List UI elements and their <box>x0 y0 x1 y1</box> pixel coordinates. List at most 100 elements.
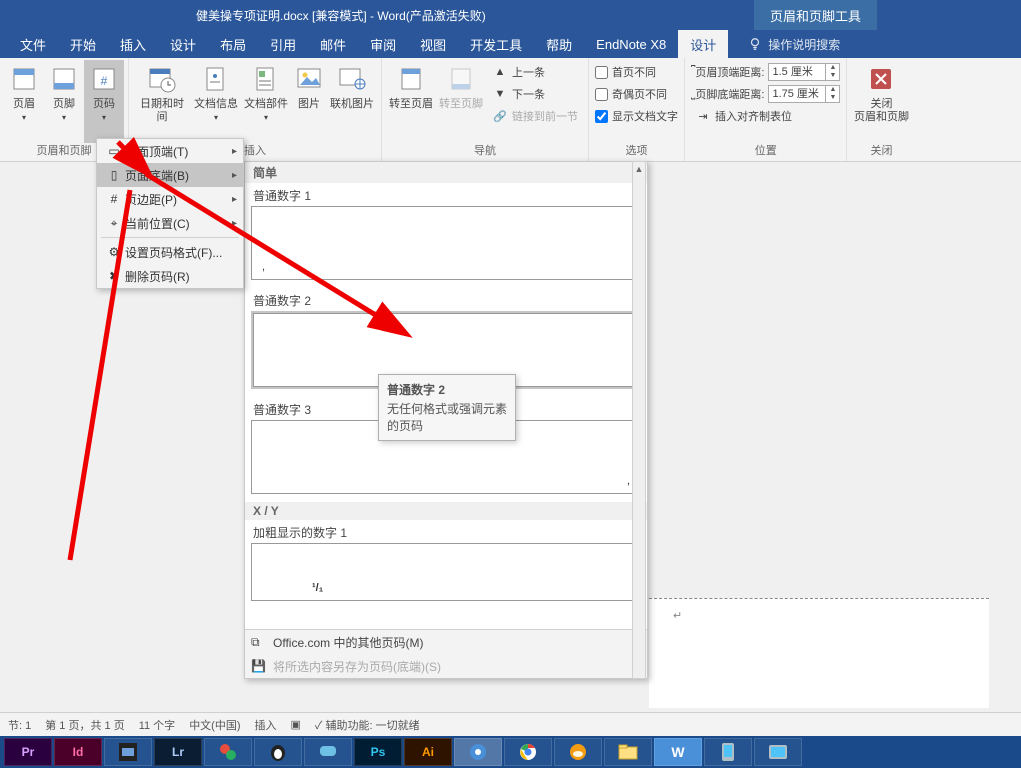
menu-file[interactable]: 文件 <box>8 30 58 58</box>
taskbar-illustrator[interactable]: Ai <box>404 738 452 766</box>
context-tab-group: 页眉和页脚工具 <box>754 0 877 30</box>
gallery-item-bold-1-label: 加粗显示的数字 1 <box>245 520 647 543</box>
menu-bottom-of-page[interactable]: ▯页面底端(B)▸ <box>97 163 243 187</box>
ribbon-group-position: ⎴ 页眉顶端距离: 1.5 厘米▲▼ ⎵ 页脚底端距离: 1.75 厘米▲▼ ⇥… <box>685 58 847 161</box>
taskbar-photoshop[interactable]: Ps <box>354 738 402 766</box>
menu-bar: 文件 开始 插入 设计 布局 引用 邮件 审阅 视图 开发工具 帮助 EndNo… <box>0 30 1021 58</box>
gallery-scrollbar[interactable]: ▲ <box>632 161 646 679</box>
spinner-down-icon[interactable]: ▼ <box>826 72 839 80</box>
header-dist-spinner[interactable]: 1.5 厘米▲▼ <box>768 63 840 81</box>
spinner-down-icon[interactable]: ▼ <box>826 94 839 102</box>
menu-format-pagenum[interactable]: ⚙设置页码格式(F)... <box>97 240 243 264</box>
gallery-section-simple: 简单 <box>245 162 647 183</box>
status-record-icon[interactable]: ▣ <box>291 718 301 731</box>
taskbar-chat[interactable] <box>304 738 352 766</box>
menu-view[interactable]: 视图 <box>408 30 458 58</box>
taskbar-tablet[interactable] <box>754 738 802 766</box>
menu-remove-pagenum[interactable]: ✖删除页码(R) <box>97 264 243 288</box>
footer-dist-spinner[interactable]: 1.75 厘米▲▼ <box>768 85 840 103</box>
menu-insert[interactable]: 插入 <box>108 30 158 58</box>
datetime-button[interactable]: 日期和时间 <box>133 60 191 143</box>
menu-help[interactable]: 帮助 <box>534 30 584 58</box>
menu-context-design[interactable]: 设计 <box>678 30 728 58</box>
link-icon: 🔗 <box>492 108 508 124</box>
lightbulb-icon <box>748 37 762 51</box>
taskbar: Pr Id Lr Ps Ai W <box>0 736 1021 768</box>
page-bottom-icon: ▯ <box>103 168 125 182</box>
menu-layout[interactable]: 布局 <box>208 30 258 58</box>
show-doc-text-checkbox[interactable]: 显示文档文字 <box>595 106 678 126</box>
taskbar-indesign[interactable]: Id <box>54 738 102 766</box>
taskbar-cloud[interactable] <box>554 738 602 766</box>
close-headerfooter-button[interactable]: 关闭 页眉和页脚 <box>851 60 911 143</box>
first-page-diff-checkbox[interactable]: 首页不同 <box>595 62 678 82</box>
cursor-mark: ↵ <box>673 609 682 622</box>
gallery-section-xy: X / Y <box>245 502 647 520</box>
taskbar-app-balls[interactable] <box>204 738 252 766</box>
group-label-navigation: 导航 <box>386 143 584 161</box>
docparts-icon <box>250 62 282 96</box>
menu-review[interactable]: 审阅 <box>358 30 408 58</box>
header-button[interactable]: 页眉▾ <box>4 60 44 143</box>
status-words[interactable]: 11 个字 <box>139 717 175 733</box>
taskbar-qq[interactable] <box>254 738 302 766</box>
format-icon: ⚙ <box>103 245 125 259</box>
menu-mailings[interactable]: 邮件 <box>308 30 358 58</box>
status-mode[interactable]: 插入 <box>255 717 277 733</box>
group-label-close: 关闭 <box>851 143 911 161</box>
group-label-options: 选项 <box>593 143 680 161</box>
menu-references[interactable]: 引用 <box>258 30 308 58</box>
odd-even-diff-checkbox[interactable]: 奇偶页不同 <box>595 84 678 104</box>
next-button[interactable]: ▼下一条 <box>488 84 582 104</box>
taskbar-media-encoder[interactable] <box>104 738 152 766</box>
chevron-right-icon: ▸ <box>232 146 237 157</box>
spinner-up-icon[interactable]: ▲ <box>826 64 839 72</box>
picture-button[interactable]: 图片 <box>291 60 327 143</box>
taskbar-premiere[interactable]: Pr <box>4 738 52 766</box>
ribbon-group-options: 首页不同 奇偶页不同 显示文档文字 选项 <box>589 58 685 161</box>
tooltip-body: 无任何格式或强调元素的页码 <box>387 400 507 434</box>
docinfo-button[interactable]: 文档信息▾ <box>191 60 241 143</box>
page-footer-area[interactable]: ↵ <box>649 598 989 708</box>
menu-design[interactable]: 设计 <box>158 30 208 58</box>
taskbar-wps[interactable]: W <box>654 738 702 766</box>
prev-button[interactable]: ▲上一条 <box>488 62 582 82</box>
insert-align-tab-button[interactable]: ⇥插入对齐制表位 <box>691 106 840 126</box>
gallery-item-tooltip: 普通数字 2 无任何格式或强调元素的页码 <box>378 374 516 441</box>
gallery-item-plain-1-label: 普通数字 1 <box>245 183 647 206</box>
taskbar-chrome[interactable] <box>504 738 552 766</box>
page-number-button[interactable]: # 页码▾ <box>84 60 124 143</box>
menu-devtools[interactable]: 开发工具 <box>458 30 534 58</box>
gallery-item-plain-1[interactable]: , <box>251 206 641 280</box>
tell-me-search[interactable]: 操作说明搜索 <box>748 36 840 53</box>
taskbar-lightroom[interactable]: Lr <box>154 738 202 766</box>
docparts-button[interactable]: 文档部件▾ <box>241 60 291 143</box>
status-page[interactable]: 第 1 页，共 1 页 <box>45 717 124 733</box>
online-picture-button[interactable]: 联机图片 <box>327 60 377 143</box>
title-bar: 健美操专项证明.docx [兼容模式] - Word(产品激活失败) 页眉和页脚… <box>0 0 1021 30</box>
status-a11y[interactable]: ✓ 辅助功能: 一切就绪 <box>315 717 420 733</box>
save-icon: 💾 <box>251 659 273 673</box>
menu-page-margins[interactable]: #页边距(P)▸ <box>97 187 243 211</box>
menu-top-of-page[interactable]: ▭页面顶端(T)▸ <box>97 139 243 163</box>
menu-home[interactable]: 开始 <box>58 30 108 58</box>
taskbar-browser[interactable] <box>454 738 502 766</box>
status-section[interactable]: 节: 1 <box>8 717 31 733</box>
chevron-right-icon: ▸ <box>232 218 237 229</box>
picture-icon <box>293 62 325 96</box>
status-bar: 节: 1 第 1 页，共 1 页 11 个字 中文(中国) 插入 ▣ ✓ 辅助功… <box>0 712 1021 736</box>
chevron-right-icon: ▸ <box>232 170 237 181</box>
more-from-office-button[interactable]: ⧉Office.com 中的其他页码(M)▸ <box>245 630 647 654</box>
goto-header-button[interactable]: 转至页眉 <box>386 60 436 143</box>
online-picture-icon <box>336 62 368 96</box>
position-icon: ⌖ <box>103 216 125 231</box>
gallery-item-bold-1[interactable]: ¹/₁ <box>251 543 641 601</box>
docinfo-icon <box>200 62 232 96</box>
taskbar-phone[interactable] <box>704 738 752 766</box>
menu-current-position[interactable]: ⌖当前位置(C)▸ <box>97 211 243 235</box>
status-lang[interactable]: 中文(中国) <box>189 717 240 733</box>
footer-button[interactable]: 页脚▾ <box>44 60 84 143</box>
spinner-up-icon[interactable]: ▲ <box>826 86 839 94</box>
taskbar-explorer[interactable] <box>604 738 652 766</box>
menu-endnote[interactable]: EndNote X8 <box>584 30 678 58</box>
